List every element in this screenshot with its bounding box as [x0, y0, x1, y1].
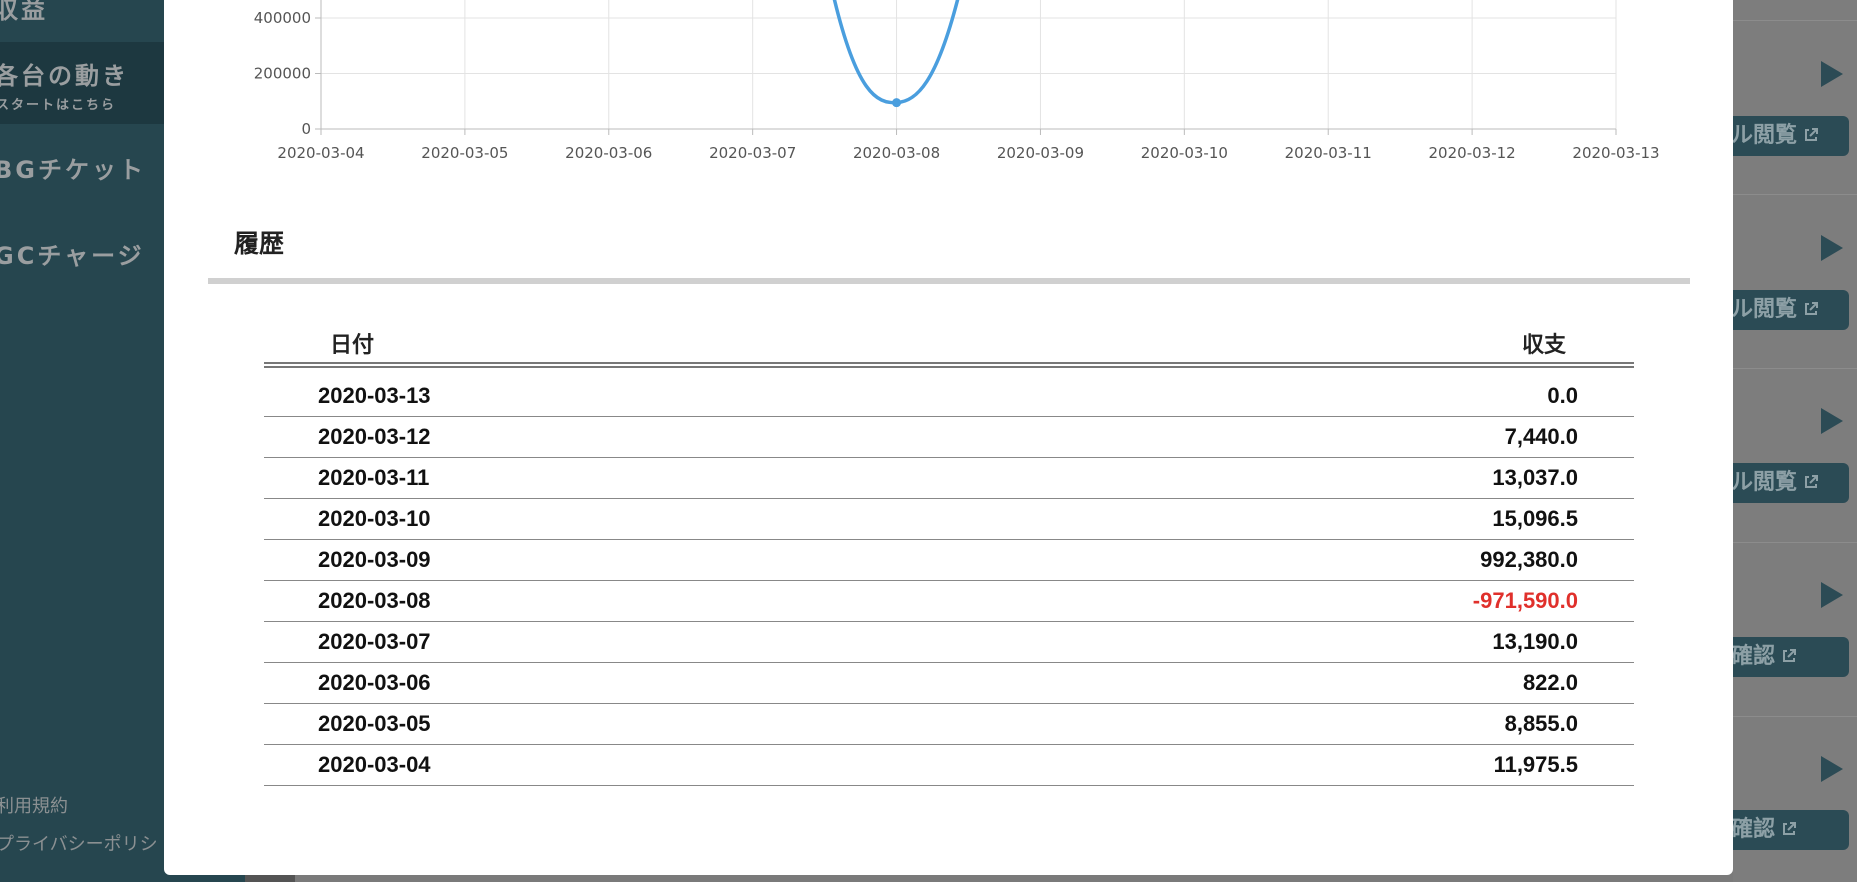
row-amount: 822.0	[960, 662, 1634, 704]
table-row: 2020-03-07 13,190.0	[264, 621, 1634, 663]
row-date: 2020-03-10	[264, 498, 961, 540]
row-divider	[1733, 716, 1857, 717]
table-row: 2020-03-12 7,440.0	[264, 416, 1634, 458]
x-tick-label: 2020-03-12	[1429, 144, 1516, 162]
sidebar-item-label: 各台の動き	[0, 62, 129, 90]
row-amount: -971,590.0	[960, 580, 1634, 622]
x-tick-label: 2020-03-08	[853, 144, 940, 162]
detail-view-button[interactable]: ル閲覧	[1733, 290, 1849, 330]
balance-chart: 2020-03-04 2020-03-05 2020-03-06 2020-03-07…	[254, 0, 1660, 162]
row-amount: 7,440.0	[960, 416, 1634, 458]
table-row: 2020-03-08 -971,590.0	[264, 580, 1634, 622]
table-row: 2020-03-05 8,855.0	[264, 703, 1634, 745]
table-row: 2020-03-04 11,975.5	[264, 744, 1634, 786]
row-date: 2020-03-12	[264, 416, 961, 458]
sidebar-item-sublabel: スタートはこちら	[0, 98, 117, 113]
detail-view-button[interactable]: ル閲覧	[1733, 463, 1849, 503]
external-link-icon	[1805, 128, 1819, 141]
play-icon[interactable]	[1821, 582, 1843, 608]
row-divider	[1733, 20, 1857, 21]
external-link-icon	[1805, 475, 1819, 488]
privacy-policy-link[interactable]: プライバシーポリシ	[0, 830, 158, 856]
history-table: 日付 収支 2020-03-13 0.0 2020-03-12 7,440.0 2020…	[264, 324, 1634, 786]
section-divider	[208, 278, 1690, 284]
sidebar-item-gc-charge[interactable]: GCチャージ	[0, 236, 145, 271]
table-header-row: 日付 収支	[264, 324, 1634, 368]
row-date: 2020-03-11	[264, 457, 961, 499]
row-date: 2020-03-05	[264, 703, 961, 745]
row-date: 2020-03-09	[264, 539, 961, 581]
row-amount: 0.0	[960, 376, 1634, 417]
row-amount: 15,096.5	[960, 498, 1634, 540]
row-divider	[1733, 194, 1857, 195]
row-amount: 11,975.5	[960, 744, 1634, 786]
x-tick-label: 2020-03-10	[1141, 144, 1228, 162]
row-amount: 13,037.0	[960, 457, 1634, 499]
right-list: ル閲覧 ル閲覧 ル閲覧 確認 確認	[1733, 0, 1857, 882]
x-tick-label: 2020-03-11	[1285, 144, 1372, 162]
play-icon[interactable]	[1821, 756, 1843, 782]
row-date: 2020-03-07	[264, 621, 961, 663]
row-divider	[1733, 542, 1857, 543]
play-icon[interactable]	[1821, 408, 1843, 434]
table-row: 2020-03-06 822.0	[264, 662, 1634, 704]
row-divider	[1733, 368, 1857, 369]
row-date: 2020-03-13	[264, 376, 961, 417]
table-row: 2020-03-11 13,037.0	[264, 457, 1634, 499]
row-date: 2020-03-04	[264, 744, 961, 786]
play-icon[interactable]	[1821, 61, 1843, 87]
confirm-button[interactable]: 確認	[1733, 637, 1849, 677]
row-amount: 992,380.0	[960, 539, 1634, 581]
sidebar-item-revenue[interactable]: 収益	[0, 0, 48, 25]
row-date: 2020-03-06	[264, 662, 961, 704]
x-tick-label: 2020-03-07	[709, 144, 796, 162]
y-tick-label: 200000	[254, 65, 311, 83]
x-tick-label: 2020-03-04	[277, 144, 364, 162]
column-header-date: 日付	[264, 324, 961, 368]
row-date: 2020-03-08	[264, 580, 961, 622]
column-header-amount: 収支	[960, 324, 1634, 368]
confirm-button[interactable]: 確認	[1733, 810, 1849, 850]
y-tick-label: 400000	[254, 9, 311, 27]
history-title: 履歴	[234, 229, 285, 258]
x-tick-label: 2020-03-13	[1572, 144, 1659, 162]
sidebar-item-machine-moves[interactable]: 各台の動き	[0, 56, 129, 91]
x-tick-label: 2020-03-06	[565, 144, 652, 162]
table-row: 2020-03-13 0.0	[264, 376, 1634, 417]
play-icon[interactable]	[1821, 235, 1843, 261]
sidebar-item-bg-ticket[interactable]: BGチケット	[0, 150, 146, 185]
table-row: 2020-03-10 15,096.5	[264, 498, 1634, 540]
detail-view-button[interactable]: ル閲覧	[1733, 116, 1849, 156]
terms-link[interactable]: 利用規約	[0, 792, 68, 818]
history-modal: 2020-03-04 2020-03-05 2020-03-06 2020-03-07…	[164, 0, 1733, 875]
data-point[interactable]	[892, 98, 902, 108]
external-link-icon	[1805, 302, 1819, 315]
row-amount: 8,855.0	[960, 703, 1634, 745]
table-row: 2020-03-09 992,380.0	[264, 539, 1634, 581]
external-link-icon	[1783, 822, 1797, 835]
x-tick-label: 2020-03-09	[997, 144, 1084, 162]
table-spacer	[264, 365, 1634, 376]
row-amount: 13,190.0	[960, 621, 1634, 663]
x-tick-label: 2020-03-05	[421, 144, 508, 162]
y-tick-label: 0	[301, 120, 311, 138]
external-link-icon	[1783, 649, 1797, 662]
